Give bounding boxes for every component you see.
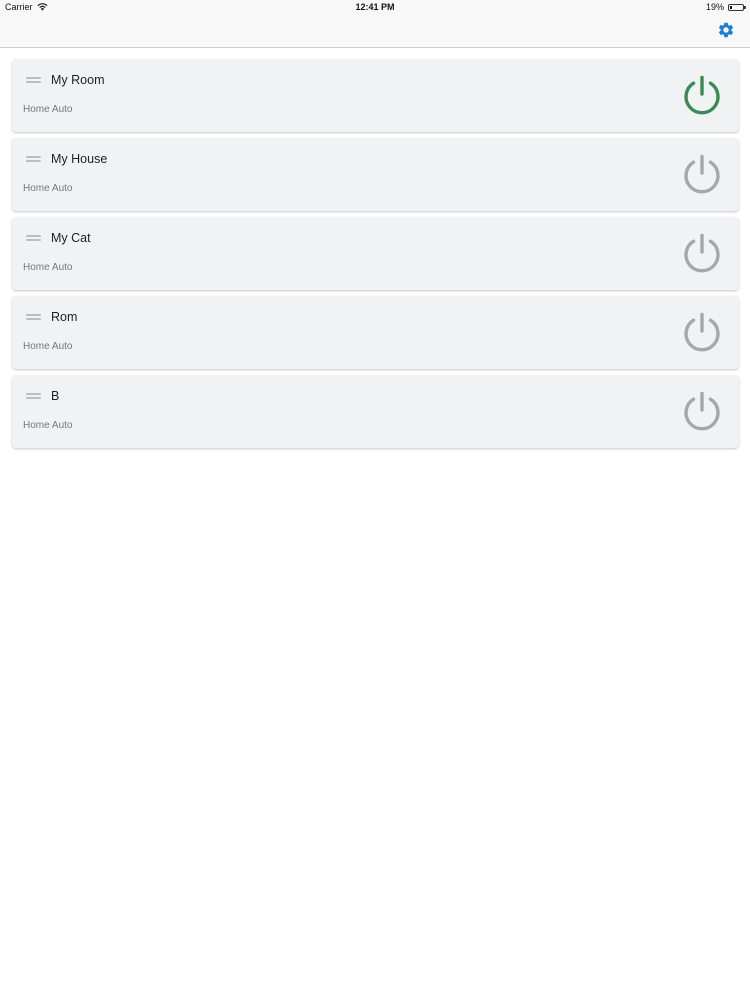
device-card[interactable]: My House Home Auto (12, 138, 739, 211)
power-button[interactable] (681, 232, 723, 274)
power-icon (684, 391, 720, 431)
power-icon (684, 75, 720, 115)
device-subtitle: Home Auto (23, 262, 73, 273)
battery-percent: 19% (705, 2, 724, 12)
device-name: My Room (51, 73, 105, 87)
gear-icon (718, 22, 734, 38)
device-name: My House (51, 152, 108, 166)
device-list: My Room Home Auto My House Home Auto My … (12, 59, 739, 454)
device-subtitle: Home Auto (23, 341, 73, 352)
device-card[interactable]: B Home Auto (12, 375, 739, 448)
drag-handle-icon[interactable] (26, 77, 41, 83)
device-name: My Cat (51, 231, 91, 245)
battery-icon (728, 3, 746, 11)
device-name: B (51, 389, 60, 403)
drag-handle-icon[interactable] (26, 314, 41, 320)
device-card[interactable]: My Cat Home Auto (12, 217, 739, 290)
settings-button[interactable] (717, 21, 735, 39)
power-button[interactable] (681, 74, 723, 116)
power-button[interactable] (681, 390, 723, 432)
drag-handle-icon[interactable] (26, 235, 41, 241)
device-subtitle: Home Auto (23, 420, 73, 431)
device-subtitle: Home Auto (23, 104, 73, 115)
power-button[interactable] (681, 311, 723, 353)
battery-fill (730, 5, 732, 9)
status-bar: Carrier 12:41 PM 19% (0, 0, 750, 16)
power-icon (684, 154, 720, 194)
status-time: 12:41 PM (355, 2, 395, 12)
power-icon (684, 312, 720, 352)
device-subtitle: Home Auto (23, 183, 73, 194)
navigation-bar: Carrier 12:41 PM 19% (0, 0, 750, 48)
device-name: Rom (51, 310, 78, 324)
device-card[interactable]: My Room Home Auto (12, 59, 739, 132)
status-right: 19% (705, 2, 746, 12)
power-button[interactable] (681, 153, 723, 195)
power-icon (684, 233, 720, 273)
drag-handle-icon[interactable] (26, 156, 41, 162)
drag-handle-icon[interactable] (26, 393, 41, 399)
device-card[interactable]: Rom Home Auto (12, 296, 739, 369)
